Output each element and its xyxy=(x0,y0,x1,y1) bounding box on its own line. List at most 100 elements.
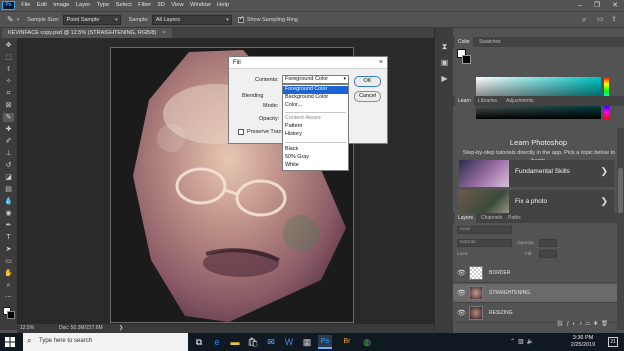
window-close-icon[interactable]: ✕ xyxy=(608,0,622,11)
tab-libraries[interactable]: Libraries xyxy=(475,96,500,106)
edge-icon[interactable]: e xyxy=(210,335,224,349)
option-white[interactable]: White xyxy=(283,162,348,170)
type-tool-icon[interactable]: T xyxy=(3,233,14,242)
share-icon[interactable]: ⇪ xyxy=(611,15,617,23)
document-tab-close-icon[interactable]: × xyxy=(163,30,166,36)
system-tray[interactable]: ⌃▥🔈 xyxy=(510,338,537,345)
healing-brush-icon[interactable]: ✚ xyxy=(3,125,14,134)
crop-tool-icon[interactable]: ⌗ xyxy=(3,89,14,98)
option-foreground-color[interactable]: Foreground Color xyxy=(283,86,348,94)
visibility-eye-icon[interactable]: 👁 xyxy=(457,269,466,277)
dodge-tool-icon[interactable]: ◉ xyxy=(3,209,14,218)
menu-image[interactable]: Image xyxy=(50,0,73,11)
menu-select[interactable]: Select xyxy=(112,0,135,11)
gradient-tool-icon[interactable]: ▤ xyxy=(3,185,14,194)
option-history[interactable]: History xyxy=(283,131,348,139)
card-fundamental-skills[interactable]: Fundamental Skills ❯ xyxy=(459,160,614,187)
layer-row-straightening[interactable]: 👁 STRAIGHTENING xyxy=(453,284,617,303)
cancel-button[interactable]: Cancel xyxy=(354,91,381,102)
bridge-taskbar-icon[interactable]: Br xyxy=(340,335,354,349)
windows-start-icon[interactable] xyxy=(5,337,15,347)
search-icon[interactable]: ⌕ xyxy=(582,15,586,25)
menu-layer[interactable]: Layer xyxy=(73,0,94,11)
store-icon[interactable]: 🛍 xyxy=(246,335,260,349)
mail-icon[interactable]: ✉ xyxy=(264,335,278,349)
taskbar-clock[interactable]: 3:36 PM 2/25/2019 xyxy=(563,335,603,349)
new-layer-icon[interactable]: ✚ xyxy=(593,321,601,327)
trash-icon[interactable]: 🗑 xyxy=(601,321,611,327)
history-brush-icon[interactable]: ↺ xyxy=(3,161,14,170)
layer-fill-field[interactable] xyxy=(539,250,557,258)
option-background-color[interactable]: Background Color xyxy=(283,94,348,102)
preserve-transparency-checkbox[interactable] xyxy=(238,129,244,135)
chevron-up-icon[interactable]: ⌃ xyxy=(510,339,518,345)
link-layers-icon[interactable]: ⛓ xyxy=(557,321,567,327)
move-tool-icon[interactable]: ✥ xyxy=(3,41,14,50)
tab-color[interactable]: Color xyxy=(455,37,473,47)
eraser-tool-icon[interactable]: ◪ xyxy=(3,173,14,182)
contents-dropdown[interactable]: Foreground Color ▾ xyxy=(282,75,349,84)
file-explorer-icon[interactable]: ▬ xyxy=(228,335,242,349)
menu-type[interactable]: Type xyxy=(93,0,112,11)
menu-filter[interactable]: Filter xyxy=(135,0,154,11)
show-sampling-ring-checkbox[interactable] xyxy=(237,15,244,23)
history-panel-icon[interactable]: ⧗ xyxy=(439,42,450,52)
path-select-icon[interactable]: ➤ xyxy=(3,245,14,254)
option-black[interactable]: Black xyxy=(283,146,348,154)
option-pattern[interactable]: Pattern xyxy=(283,123,348,131)
marquee-tool-icon[interactable]: ⬚ xyxy=(3,53,14,62)
menu-window[interactable]: Window xyxy=(187,0,214,11)
frame-tool-icon[interactable]: ⊠ xyxy=(3,101,14,110)
background-color-swatch[interactable] xyxy=(7,311,15,319)
lasso-tool-icon[interactable]: ℓ xyxy=(3,65,14,74)
tool-preset-chevron-icon[interactable]: ▾ xyxy=(17,17,20,23)
menu-3d[interactable]: 3D xyxy=(154,0,168,11)
photoshop-taskbar-icon[interactable]: Ps xyxy=(318,335,332,349)
minimize-icon[interactable]: – xyxy=(573,0,587,11)
close-icon[interactable]: × xyxy=(379,57,383,69)
layer-row-border[interactable]: 👁 BORDER xyxy=(453,264,617,283)
ok-button[interactable]: OK xyxy=(354,76,381,87)
tab-learn[interactable]: Learn xyxy=(455,96,474,106)
actions-panel-icon[interactable]: ▶ xyxy=(439,74,450,84)
blur-tool-icon[interactable]: 💧 xyxy=(3,197,14,206)
sample-size-select[interactable]: Point Sample ▾ xyxy=(62,14,121,25)
more-tools-icon[interactable]: ⋯ xyxy=(3,293,14,302)
volume-icon[interactable]: 🔈 xyxy=(527,339,537,345)
scrollbar-thumb[interactable] xyxy=(618,168,623,213)
zoom-tool-icon[interactable]: ⌕ xyxy=(3,281,14,290)
visibility-eye-icon[interactable]: 👁 xyxy=(457,309,466,317)
taskbar-search-box[interactable]: ⌕ Type here to search xyxy=(23,333,188,351)
status-arrow-icon[interactable]: ❯ xyxy=(119,324,123,333)
panel-scrollbar[interactable] xyxy=(617,128,624,330)
quick-select-tool-icon[interactable]: ✧ xyxy=(3,77,14,86)
option-color[interactable]: Color... xyxy=(283,102,348,110)
option-50-gray[interactable]: 50% Gray xyxy=(283,154,348,162)
eyedropper-icon[interactable]: ✎ xyxy=(3,113,14,122)
word-icon[interactable]: W xyxy=(282,335,296,349)
layer-opacity-field[interactable] xyxy=(539,239,557,247)
clone-stamp-icon[interactable]: ⊥ xyxy=(3,149,14,158)
network-icon[interactable]: ▥ xyxy=(518,339,527,345)
blend-mode-select[interactable]: Normal xyxy=(457,239,512,247)
chrome-icon[interactable]: ◍ xyxy=(360,335,374,349)
tab-paths[interactable]: Paths xyxy=(505,213,524,223)
layer-kind-filter[interactable]: Kind xyxy=(457,226,512,234)
properties-panel-icon[interactable]: ▣ xyxy=(439,58,450,68)
visibility-eye-icon[interactable]: 👁 xyxy=(457,289,466,297)
tab-adjustments[interactable]: Adjustments xyxy=(503,96,537,106)
menu-edit[interactable]: Edit xyxy=(34,0,50,11)
menu-file[interactable]: File xyxy=(18,0,34,11)
pen-tool-icon[interactable]: ✒ xyxy=(3,221,14,230)
tab-layers[interactable]: Layers xyxy=(455,213,477,223)
maximize-icon[interactable]: ❐ xyxy=(590,0,604,11)
eyedropper-tool-icon[interactable]: ✎ xyxy=(7,15,14,24)
color-background-swatch[interactable] xyxy=(462,55,471,64)
notification-center-icon[interactable]: 21 xyxy=(608,337,618,347)
zoom-level[interactable]: 12.5% xyxy=(20,324,34,333)
brush-tool-icon[interactable]: ✐ xyxy=(3,137,14,146)
menu-view[interactable]: View xyxy=(168,0,187,11)
task-view-icon[interactable]: ⧉ xyxy=(192,335,206,349)
tab-channels[interactable]: Channels xyxy=(478,213,505,223)
sample-select[interactable]: All Layers ▾ xyxy=(151,14,232,25)
